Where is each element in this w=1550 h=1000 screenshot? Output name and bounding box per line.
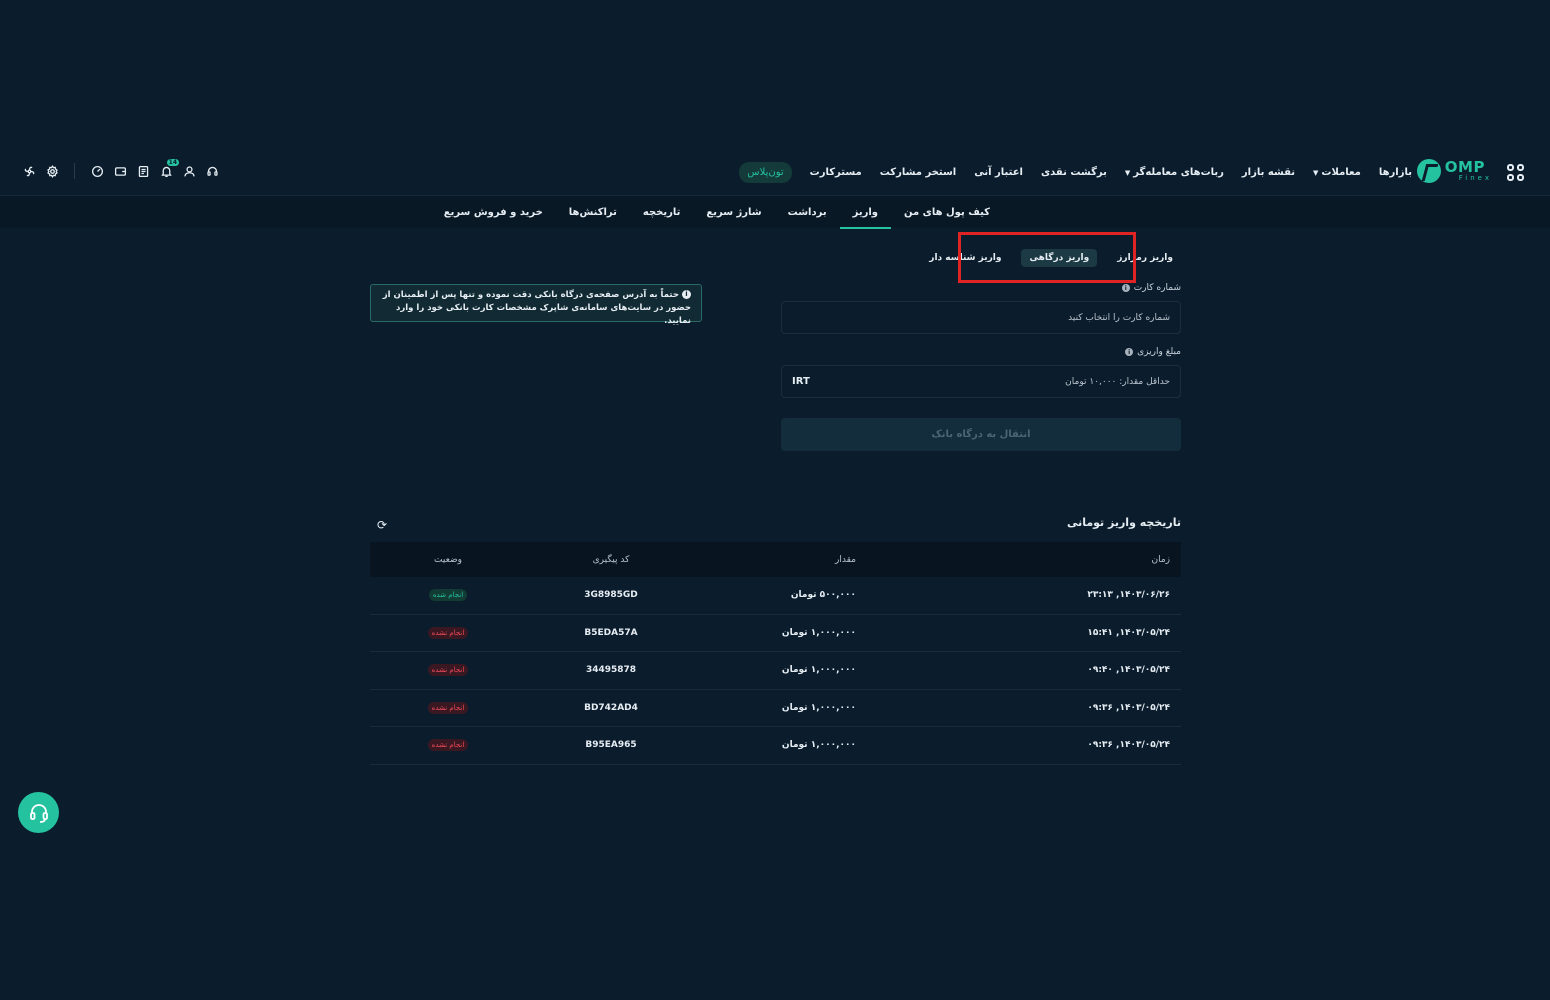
settings-icon[interactable] xyxy=(45,164,59,178)
info-icon[interactable]: i xyxy=(1121,284,1130,292)
main-nav: بازارها معاملات ▼ نقشه بازار ربات‌های معا… xyxy=(739,162,1412,183)
tab-transactions[interactable]: تراکنش‌ها xyxy=(556,196,630,229)
nav-item-trades[interactable]: معاملات ▼ xyxy=(1313,167,1361,178)
tab-quick-buy-sell[interactable]: خرید و فروش سریع xyxy=(431,196,556,229)
brand-logo[interactable]: OMP Finex xyxy=(1416,158,1492,183)
support-headset-icon xyxy=(29,803,48,823)
table-row: ۱۴۰۳/۰۵/۲۴, ۰۹:۳۶ ۱,۰۰۰,۰۰۰ تومان BD742A… xyxy=(370,690,1181,727)
nav-item-market-map[interactable]: نقشه بازار xyxy=(1242,167,1295,178)
status-badge: انجام نشده xyxy=(427,701,469,714)
divider xyxy=(74,163,75,179)
bell-icon[interactable]: 14 xyxy=(159,159,179,178)
card-number-label: شماره کارت i xyxy=(1121,283,1181,293)
highlight-box xyxy=(958,232,1136,283)
notification-badge: 14 xyxy=(166,159,179,166)
info-icon[interactable]: i xyxy=(1125,348,1134,356)
nav-item-staking-pool[interactable]: استخر مشارکت xyxy=(880,167,957,178)
user-icon[interactable] xyxy=(182,164,196,178)
tab-withdraw[interactable]: برداشت xyxy=(775,196,840,229)
logo-icon xyxy=(1416,159,1441,183)
chevron-down-icon: ▼ xyxy=(1313,168,1319,177)
table-row: ۱۴۰۳/۰۶/۲۶, ۲۳:۱۳ ۵۰۰,۰۰۰ تومان 3G8985GD… xyxy=(370,577,1181,615)
wallet-subnav: کیف پول های من واریز برداشت شارژ سریع تا… xyxy=(0,195,1550,229)
table-row: ۱۴۰۳/۰۵/۲۴, ۰۹:۳۶ ۱,۰۰۰,۰۰۰ تومان B95EA9… xyxy=(370,727,1181,765)
receipt-icon[interactable] xyxy=(136,164,150,178)
tab-history[interactable]: تاریخچه xyxy=(630,196,694,229)
info-icon: i xyxy=(682,290,691,299)
tab-quick-charge[interactable]: شارژ سریع xyxy=(693,196,774,229)
gauge-icon[interactable] xyxy=(90,164,104,178)
table-header: زمان مقدار کد پیگیری وضعیت xyxy=(370,542,1181,577)
status-badge: انجام نشده xyxy=(427,626,469,639)
logo-sub: Finex xyxy=(1458,174,1492,182)
wallet-icon[interactable] xyxy=(113,164,127,178)
card-number-select[interactable]: شماره کارت را انتخاب کنید xyxy=(781,301,1181,334)
table-row: ۱۴۰۳/۰۵/۲۴, ۰۹:۴۰ ۱,۰۰۰,۰۰۰ تومان 344958… xyxy=(370,652,1181,690)
amount-input[interactable]: IRT حداقل مقدار: ۱۰,۰۰۰ تومان xyxy=(781,365,1181,398)
nav-item-instant-credit[interactable]: اعتبار آنی xyxy=(974,167,1023,178)
nav-item-trading-bots[interactable]: ربات‌های معامله‌گر ▼ xyxy=(1125,167,1224,178)
history-title: تاریخچه واریز تومانی xyxy=(1066,516,1181,529)
tab-my-wallets[interactable]: کیف پول های من xyxy=(891,196,1003,229)
nav-item-markets[interactable]: بازارها xyxy=(1379,167,1412,178)
floating-support-button[interactable] xyxy=(18,792,59,833)
table-row: ۱۴۰۳/۰۵/۲۴, ۱۵:۴۱ ۱,۰۰۰,۰۰۰ تومان B5EDA5… xyxy=(370,615,1181,652)
status-badge: انجام نشده xyxy=(427,664,469,677)
security-notice: iحتماً به آدرس صفحه‌ی درگاه بانکی دقت نم… xyxy=(370,284,702,326)
nav-item-toonplus[interactable]: تون‌پلاس xyxy=(739,162,792,183)
nav-item-mastercard[interactable]: مسترکارت xyxy=(810,167,862,178)
bank-gateway-button[interactable]: انتقال به درگاه بانک xyxy=(781,418,1181,451)
history-table: زمان مقدار کد پیگیری وضعیت ۱۴۰۳/۰۶/۲۶, ۲… xyxy=(370,542,1181,765)
logo-brand: OMP xyxy=(1444,158,1485,176)
amount-label: مبلغ واریزی i xyxy=(1125,347,1181,357)
currency-label: IRT xyxy=(792,376,810,387)
refresh-icon[interactable]: ⟳ xyxy=(377,518,387,532)
chevron-down-icon: ▼ xyxy=(1124,168,1131,177)
support-headset-icon[interactable] xyxy=(205,164,219,178)
tab-deposit[interactable]: واریز xyxy=(839,196,891,229)
fan-icon[interactable] xyxy=(22,164,36,178)
top-header: OMP Finex بازارها معاملات ▼ نقشه بازار رب… xyxy=(0,150,1550,194)
apps-grid-icon[interactable] xyxy=(1507,164,1524,181)
nav-item-cashback[interactable]: برگشت نقدی xyxy=(1041,167,1107,178)
status-badge: انجام نشده xyxy=(427,739,469,752)
status-badge: انجام شده xyxy=(428,589,468,602)
header-icons: 14 xyxy=(22,159,219,179)
